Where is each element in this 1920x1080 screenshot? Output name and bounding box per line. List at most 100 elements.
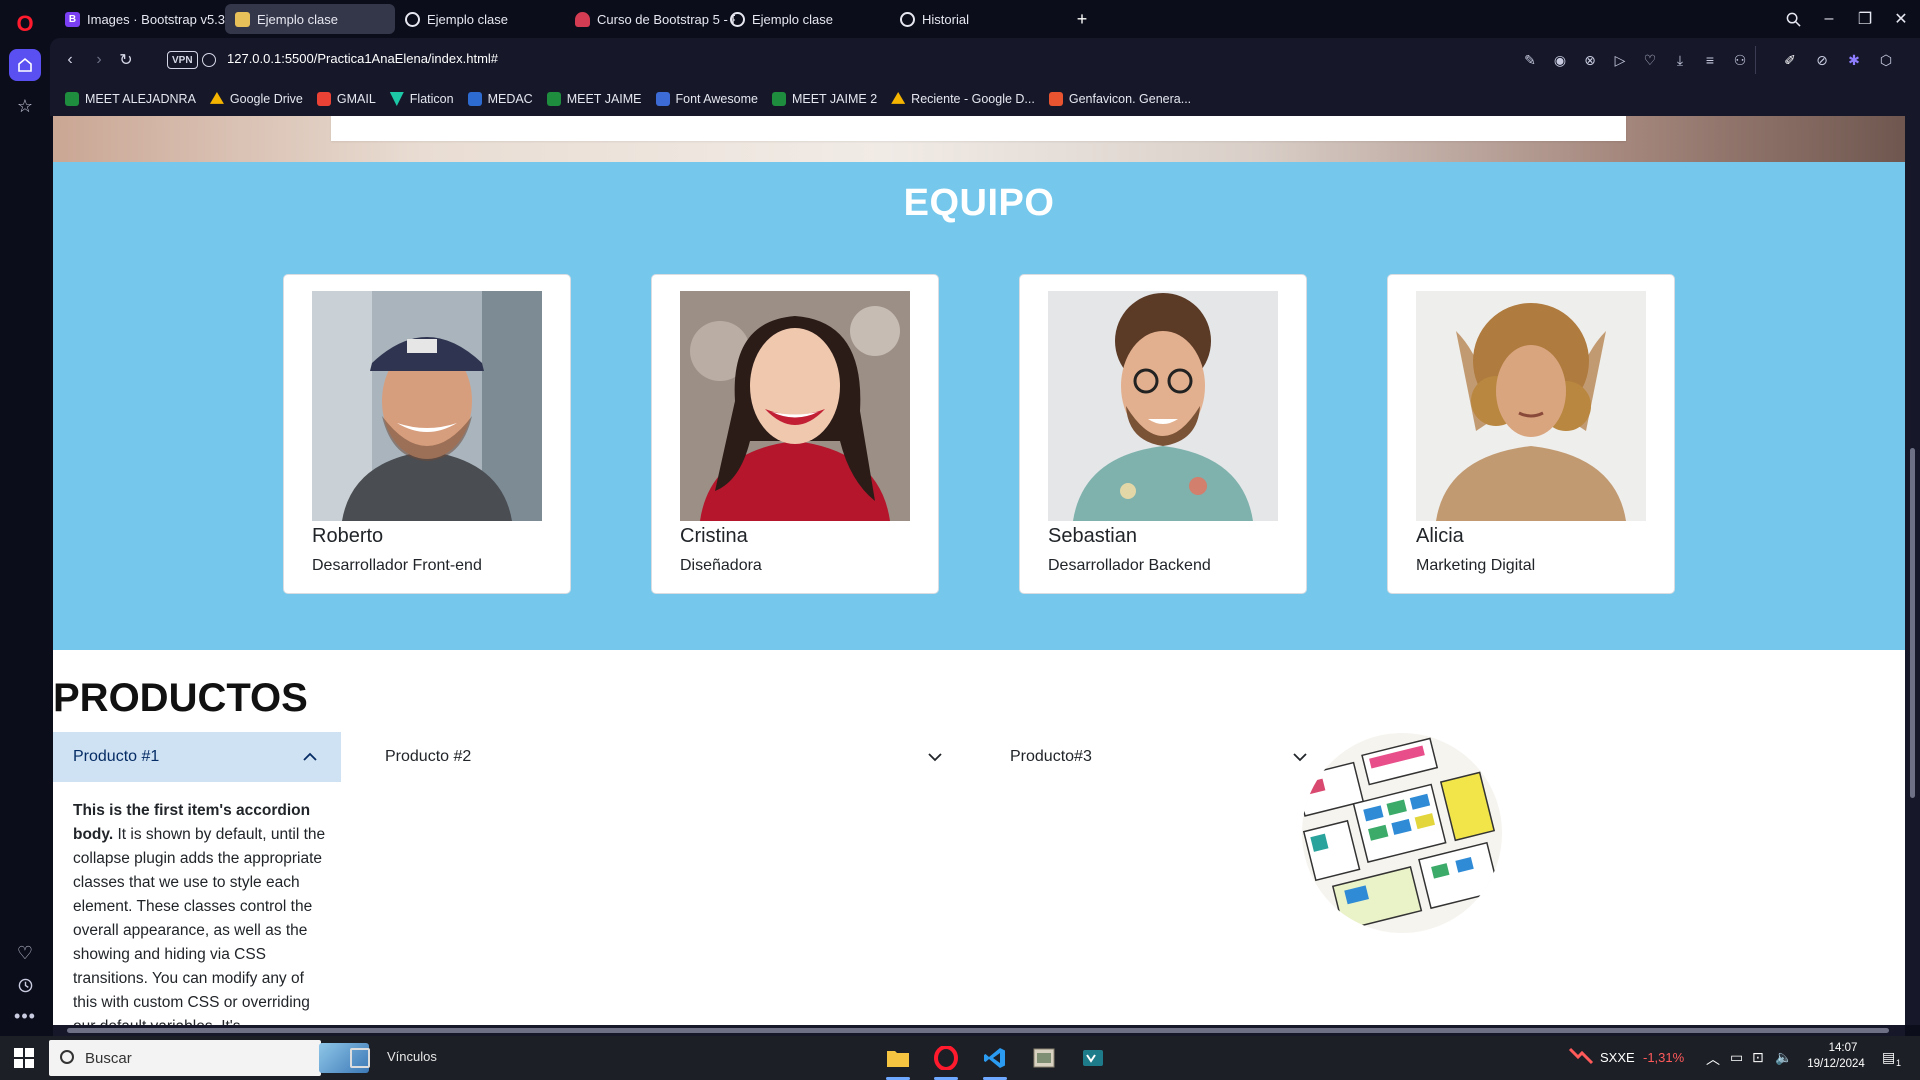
horizontal-scroll-thumb[interactable]	[67, 1028, 1889, 1033]
vertical-scroll-thumb[interactable]	[1910, 448, 1915, 798]
volume-muted-icon[interactable]: 🔈	[1775, 1049, 1792, 1066]
globe-icon	[405, 11, 420, 27]
meet-icon	[771, 92, 786, 106]
new-tab-button[interactable]: +	[1071, 8, 1093, 30]
tab-ejemplo-clase-2[interactable]: Ejemplo clase	[720, 4, 890, 34]
equipo-title: EQUIPO	[903, 182, 1055, 224]
url-field[interactable]: 127.0.0.1:5500/Practica1AnaElena/index.h…	[227, 51, 498, 66]
member-role: Desarrollador Backend	[1048, 557, 1211, 574]
chevron-down-icon	[1293, 753, 1307, 762]
close-window-button[interactable]: ✕	[1886, 6, 1916, 32]
bookmark-label: Flaticon	[409, 92, 454, 106]
address-toolbar: ‹ › ↻ VPN 127.0.0.1:5500/Practica1AnaEle…	[50, 38, 1920, 82]
page-viewport: EQUIPO Roberto Desarrollador Front-end C…	[53, 116, 1905, 1025]
task-view-icon[interactable]	[350, 1048, 370, 1068]
search-placeholder: Buscar	[85, 1049, 132, 1067]
roberto-photo	[312, 291, 542, 521]
alicia-photo	[1416, 291, 1646, 521]
bookmark-google-drive[interactable]: Google Drive	[209, 92, 303, 106]
pen-icon[interactable]: ✐	[1780, 50, 1800, 70]
stock-change[interactable]: -1,31%	[1643, 1050, 1684, 1065]
meet-icon	[546, 92, 561, 106]
compass-icon[interactable]: ⊘	[1812, 50, 1832, 70]
vs-installer-icon[interactable]	[1077, 1042, 1109, 1074]
play-icon[interactable]: ▷	[1610, 50, 1630, 70]
stock-symbol[interactable]: SXXE	[1600, 1050, 1635, 1065]
stock-chart-icon[interactable]	[1568, 1045, 1594, 1070]
clock-date[interactable]: 19/12/2024	[1800, 1058, 1872, 1070]
easy-setup-icon[interactable]: ≡	[1700, 50, 1720, 70]
opera-browser-icon[interactable]	[930, 1042, 962, 1080]
vscode-icon[interactable]	[979, 1042, 1011, 1080]
notification-count: 1	[1896, 1058, 1902, 1068]
windows-taskbar: Buscar Vínculos SXXE -1,31% ︿ ▭ ⊡ 🔈 14:0…	[0, 1036, 1920, 1080]
edit-icon[interactable]: ✎	[1520, 50, 1540, 70]
bookmark-label: MEDAC	[487, 92, 533, 106]
file-explorer-icon[interactable]	[882, 1042, 914, 1080]
search-tabs-icon[interactable]	[1778, 6, 1808, 32]
notifications-icon[interactable]: ▤	[1882, 1049, 1895, 1066]
taskbar-search[interactable]: Buscar	[49, 1040, 369, 1076]
tab-label: Curso de Bootstrap 5 - Pa	[597, 11, 735, 27]
horizontal-scrollbar[interactable]	[53, 1025, 1905, 1036]
bookmark-font-awesome[interactable]: Font Awesome	[655, 92, 758, 106]
opera-logo-icon[interactable]: O	[9, 8, 41, 40]
tab-label: Historial	[922, 11, 969, 27]
heart-icon[interactable]: ♡	[9, 937, 41, 969]
tab-curso-bootstrap[interactable]: Curso de Bootstrap 5 - Pa	[565, 4, 735, 34]
vpn-badge[interactable]: VPN	[167, 51, 198, 69]
vertical-scrollbar[interactable]	[1905, 116, 1920, 1025]
clock-time[interactable]: 14:07	[1812, 1042, 1874, 1054]
tab-ejemplo-clase[interactable]: Ejemplo clase	[395, 4, 565, 34]
profile-icon[interactable]: ⚇	[1730, 50, 1750, 70]
cube-icon[interactable]: ⬡	[1876, 50, 1896, 70]
member-name: Alicia	[1416, 525, 1464, 547]
home-icon[interactable]	[9, 49, 41, 81]
forward-button[interactable]: ›	[87, 48, 111, 72]
accordion-button-producto-1[interactable]: Producto #1	[53, 732, 341, 782]
device-icon[interactable]: ▭	[1730, 1049, 1743, 1066]
drive-icon	[209, 92, 224, 104]
history-clock-icon[interactable]	[9, 969, 41, 1001]
extensions-gear-icon[interactable]: ✱	[1844, 50, 1864, 70]
heart-icon[interactable]: ♡	[1640, 50, 1660, 70]
bookmark-flaticon[interactable]: Flaticon	[389, 92, 454, 106]
camera-icon[interactable]: ◉	[1550, 50, 1570, 70]
bookmark-medac[interactable]: MEDAC	[467, 92, 533, 106]
bookmark-meet-alejadnra[interactable]: MEET ALEJADNRA	[65, 92, 196, 106]
adblock-icon[interactable]: ⊗	[1580, 50, 1600, 70]
opera-sidebar: O ☆ ♡ •••	[0, 0, 50, 1036]
more-options-icon[interactable]: •••	[9, 1000, 41, 1032]
bookmark-label: MEET JAIME	[566, 92, 642, 106]
download-icon[interactable]: ⤓	[1670, 50, 1690, 70]
sebastian-photo	[1048, 291, 1278, 521]
bookmark-reciente-google-drive[interactable]: Reciente - Google D...	[891, 92, 1035, 106]
search-icon	[60, 1050, 74, 1064]
windows-start-icon[interactable]	[14, 1048, 34, 1068]
reload-button[interactable]: ↻	[114, 48, 138, 72]
bookmark-meet-jaime[interactable]: MEET JAIME	[546, 92, 642, 106]
vinculos-toolbar[interactable]: Vínculos	[387, 1049, 437, 1064]
tab-bootstrap-images[interactable]: B Images · Bootstrap v5.3	[55, 4, 225, 34]
bookmark-genfavicon[interactable]: Genfavicon. Genera...	[1048, 92, 1191, 106]
member-name: Roberto	[312, 525, 384, 547]
star-icon[interactable]: ☆	[9, 90, 41, 122]
app-window-icon[interactable]	[1028, 1042, 1060, 1074]
site-info-icon[interactable]	[202, 53, 216, 67]
team-card-cristina: Cristina Diseñadora	[651, 274, 939, 594]
chevron-up-tray-icon[interactable]: ︿	[1706, 1049, 1720, 1069]
genfavicon-icon	[1048, 92, 1063, 106]
gmail-icon	[316, 92, 331, 106]
bookmark-gmail[interactable]: GMAIL	[316, 92, 376, 106]
back-button[interactable]: ‹	[58, 48, 82, 72]
minimize-button[interactable]: –	[1814, 6, 1844, 32]
accordion-button-producto-2[interactable]: Producto #2	[365, 732, 945, 782]
bookmark-meet-jaime-2[interactable]: MEET JAIME 2	[771, 92, 877, 106]
accordion-button-producto-3[interactable]: Producto#3	[990, 732, 1320, 782]
network-icon[interactable]: ⊡	[1752, 1049, 1764, 1066]
tab-historial[interactable]: Historial	[890, 4, 1060, 34]
restore-button[interactable]: ❐	[1850, 6, 1880, 32]
tab-ejemplo-clase-active[interactable]: Ejemplo clase	[225, 4, 395, 34]
globe-icon	[730, 11, 745, 27]
accordion-label: Producto #2	[385, 748, 472, 765]
